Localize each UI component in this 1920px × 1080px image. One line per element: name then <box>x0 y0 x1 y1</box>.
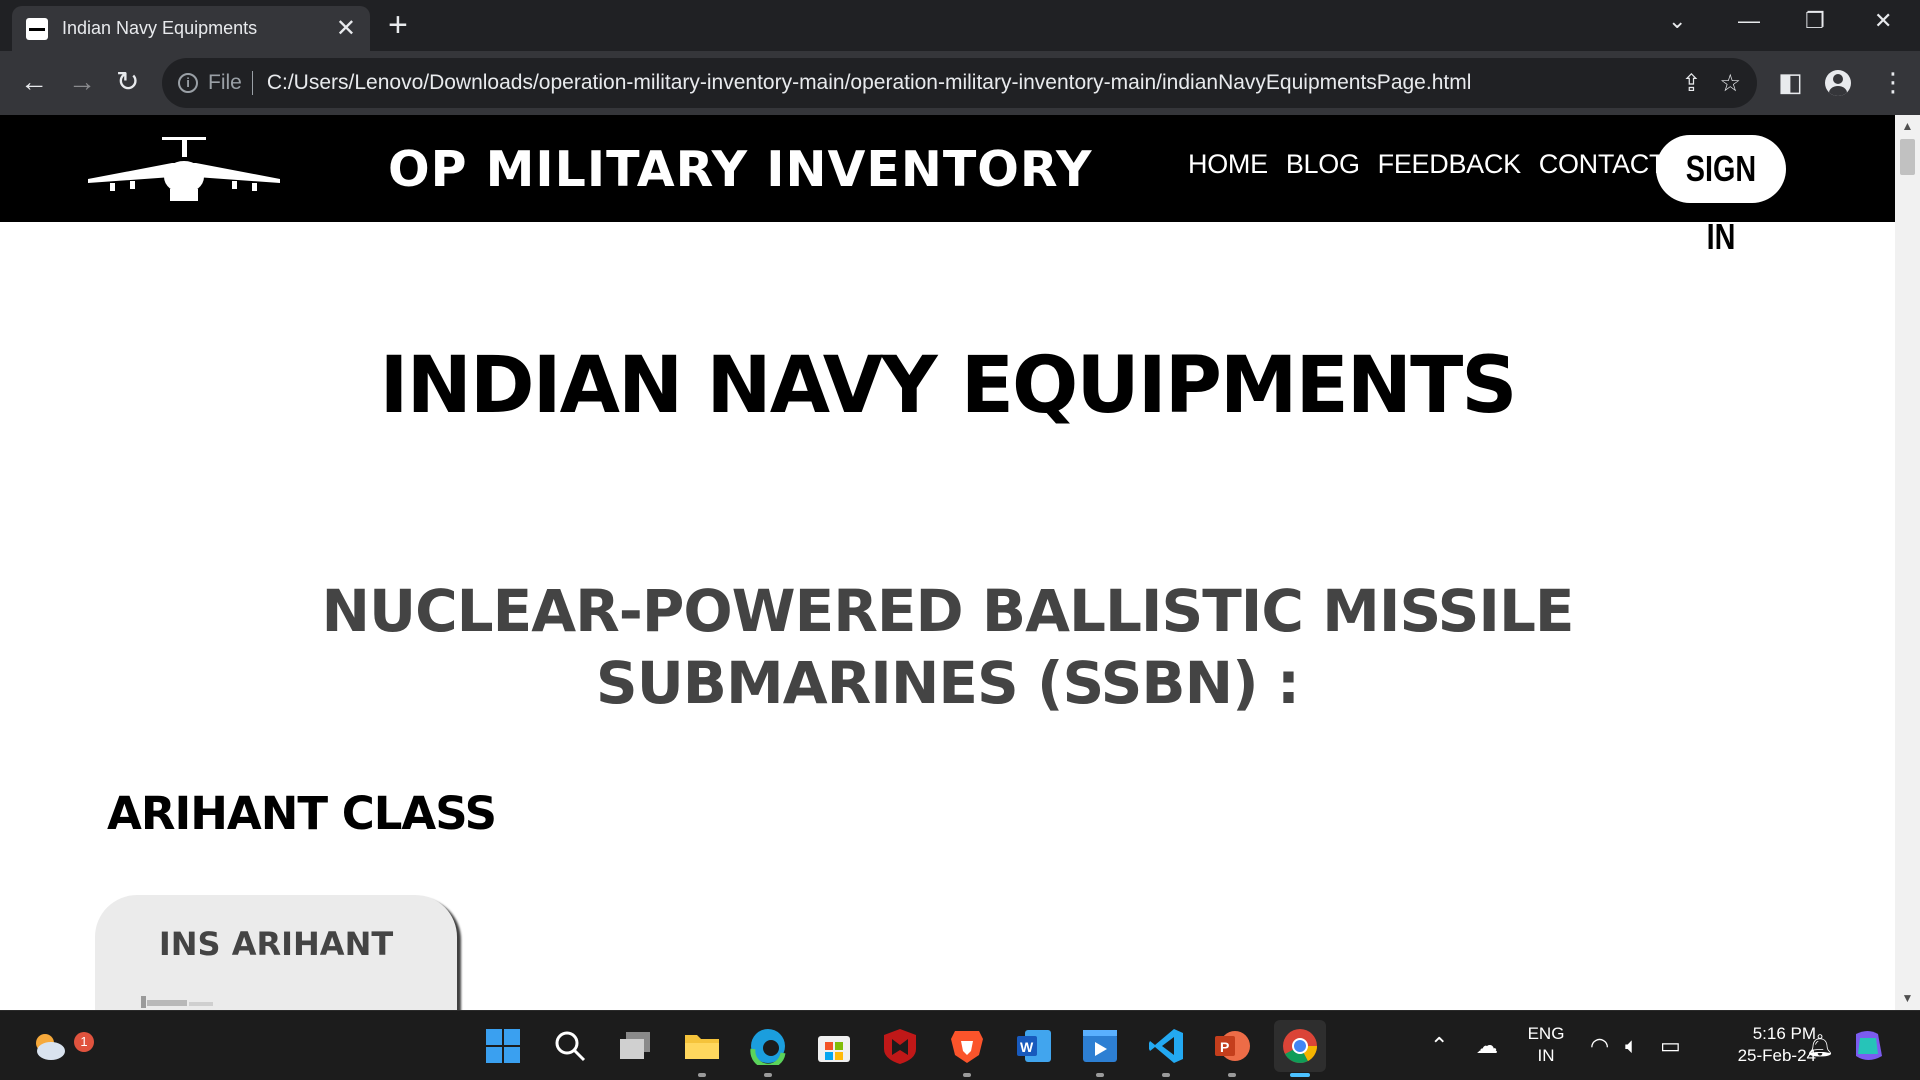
close-window-icon[interactable]: ✕ <box>1874 8 1892 34</box>
clock-date: 25-Feb-24 <box>1737 1046 1816 1065</box>
notification-count-badge: 1 <box>74 1032 94 1052</box>
class-title: ARIHANT CLASS <box>107 787 497 840</box>
bookmark-star-icon[interactable]: ☆ <box>1719 69 1741 98</box>
windows-start-icon[interactable] <box>481 1024 525 1068</box>
menu-kebab-icon[interactable]: ⋮ <box>1880 65 1906 99</box>
scrollbar-thumb[interactable] <box>1900 139 1915 175</box>
media-player-icon[interactable] <box>1078 1024 1122 1077</box>
equipment-card[interactable]: INS ARIHANT <box>95 895 457 1010</box>
site-brand-title[interactable]: OP MILITARY INVENTORY <box>388 141 1092 198</box>
chrome-icon[interactable] <box>1274 1020 1326 1077</box>
new-tab-icon[interactable]: + <box>388 8 408 42</box>
airplane-logo-icon <box>88 137 280 201</box>
clock-time: 5:16 PM <box>1752 1024 1816 1043</box>
browser-tab[interactable]: Indian Navy Equipments ✕ <box>12 6 370 51</box>
restore-icon[interactable]: ❐ <box>1805 8 1825 34</box>
sign-in-button[interactable]: SIGN IN <box>1656 135 1786 257</box>
close-tab-icon[interactable]: ✕ <box>336 14 356 43</box>
language-code: ENG <box>1527 1024 1565 1043</box>
profile-icon[interactable] <box>1825 70 1851 96</box>
site-nav: HOME BLOG FEEDBACK CONTACT US <box>1188 149 1727 180</box>
clock[interactable]: 5:16 PM 25-Feb-24 <box>1700 1023 1816 1067</box>
reload-icon[interactable]: ↻ <box>116 65 139 99</box>
address-bar[interactable]: i File C:/Users/Lenovo/Downloads/operati… <box>162 58 1757 108</box>
browser-toolbar: ← → ↻ i File C:/Users/Lenovo/Downloads/o… <box>0 51 1920 115</box>
airplane-favicon-icon <box>26 17 48 40</box>
task-view-icon[interactable] <box>614 1024 658 1068</box>
page-scrollbar[interactable]: ▲ ▼ <box>1895 115 1920 1010</box>
address-scheme-label: File <box>208 71 242 94</box>
section-title: NUCLEAR-POWERED BALLISTIC MISSILE SUBMAR… <box>321 577 1574 717</box>
address-separator <box>251 71 253 95</box>
powerpoint-icon[interactable]: P <box>1210 1024 1254 1077</box>
sign-in-label: SIGN IN <box>1685 148 1757 257</box>
speaker-icon[interactable]: 🔈︎ <box>1625 1033 1638 1059</box>
tab-title: Indian Navy Equipments <box>62 18 258 38</box>
brave-browser-icon[interactable] <box>945 1024 989 1077</box>
microsoft-store-icon[interactable] <box>812 1024 856 1068</box>
submarine-image <box>141 996 213 1008</box>
word-icon[interactable]: W <box>1012 1024 1056 1068</box>
battery-icon[interactable]: ▭ <box>1660 1033 1681 1059</box>
browser-titlebar: Indian Navy Equipments ✕ + ⌄ — ❐ ✕ <box>0 0 1920 51</box>
wifi-icon[interactable]: ◠ <box>1590 1033 1609 1059</box>
vscode-icon[interactable] <box>1144 1024 1188 1077</box>
card-title: INS ARIHANT <box>158 925 394 963</box>
onedrive-cloud-icon[interactable]: ☁ <box>1476 1033 1498 1059</box>
notification-bell-icon[interactable]: 🔔︎ <box>1806 1033 1834 1059</box>
nav-blog-link[interactable]: BLOG <box>1286 149 1360 180</box>
site-info-icon[interactable]: i <box>178 73 198 93</box>
file-explorer-icon[interactable] <box>680 1024 724 1077</box>
nav-home-link[interactable]: HOME <box>1188 149 1268 180</box>
site-header: OP MILITARY INVENTORY HOME BLOG FEEDBACK… <box>0 115 1895 257</box>
forward-arrow-icon[interactable]: → <box>68 65 96 99</box>
page-title: INDIAN NAVY EQUIPMENTS <box>379 341 1518 431</box>
copilot-icon[interactable] <box>1848 1024 1888 1068</box>
scroll-up-icon[interactable]: ▲ <box>1895 119 1920 133</box>
region-code: IN <box>1537 1046 1555 1065</box>
tab-search-chevron-icon[interactable]: ⌄ <box>1668 8 1686 34</box>
url-text[interactable]: C:/Users/Lenovo/Downloads/operation-mili… <box>267 71 1664 95</box>
weather-widget-icon[interactable]: 1 <box>26 1024 94 1068</box>
mcafee-icon[interactable] <box>878 1024 922 1068</box>
share-icon[interactable]: ⇪ <box>1681 69 1701 98</box>
svg-text:P: P <box>1220 1039 1229 1055</box>
scroll-down-icon[interactable]: ▼ <box>1895 991 1920 1005</box>
side-panel-icon[interactable]: ◧ <box>1778 65 1803 99</box>
search-icon[interactable] <box>548 1024 592 1068</box>
back-arrow-icon[interactable]: ← <box>20 65 48 99</box>
minimize-icon[interactable]: — <box>1738 8 1760 34</box>
edge-browser-icon[interactable] <box>746 1024 790 1077</box>
svg-text:W: W <box>1020 1039 1034 1055</box>
show-hidden-icons-chevron-icon[interactable]: ⌃ <box>1430 1033 1448 1059</box>
language-indicator[interactable]: ENG IN <box>1524 1023 1568 1067</box>
nav-feedback-link[interactable]: FEEDBACK <box>1378 149 1521 180</box>
taskbar: 1 W P ⌃ ☁ ENG IN ◠ 🔈︎ ▭ 5:16 PM 25-Feb-2… <box>0 1010 1920 1080</box>
page-viewport: OP MILITARY INVENTORY HOME BLOG FEEDBACK… <box>0 115 1895 1010</box>
